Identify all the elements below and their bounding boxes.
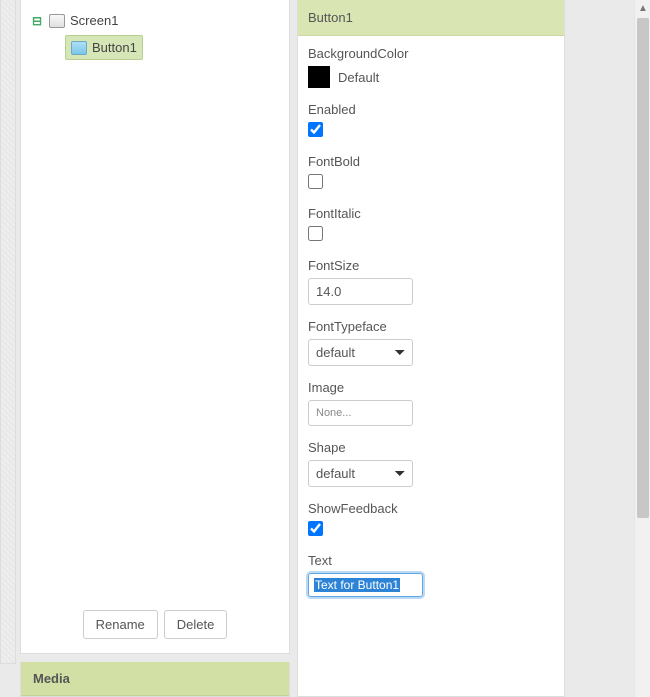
collapse-icon[interactable]: ⊟ bbox=[31, 15, 43, 27]
fontsize-input[interactable] bbox=[308, 278, 413, 305]
prop-shape: Shape default bbox=[308, 440, 554, 487]
scroll-thumb[interactable] bbox=[637, 18, 649, 518]
left-sliver bbox=[0, 0, 16, 664]
prop-label: Text bbox=[308, 553, 554, 568]
prop-fonttypeface: FontTypeface default bbox=[308, 319, 554, 366]
prop-label: BackgroundColor bbox=[308, 46, 554, 61]
color-swatch-text: Default bbox=[338, 70, 379, 85]
prop-fontitalic: FontItalic bbox=[308, 206, 554, 244]
vertical-scrollbar[interactable]: ▲ bbox=[634, 0, 650, 697]
prop-image: Image None... bbox=[308, 380, 554, 426]
prop-text: Text Text for Button1 bbox=[308, 553, 554, 597]
fontbold-checkbox[interactable] bbox=[308, 174, 323, 189]
prop-label: FontSize bbox=[308, 258, 554, 273]
prop-fontsize: FontSize bbox=[308, 258, 554, 305]
component-actions: Rename Delete bbox=[21, 600, 289, 653]
component-tree: ⊟ Screen1 Button1 bbox=[21, 0, 289, 600]
tree-row-screen1[interactable]: ⊟ Screen1 bbox=[29, 10, 281, 31]
components-panel: ⊟ Screen1 Button1 Rename Delete bbox=[20, 0, 290, 654]
text-input-selection: Text for Button1 bbox=[314, 578, 400, 592]
enabled-checkbox[interactable] bbox=[308, 122, 323, 137]
prop-label: FontTypeface bbox=[308, 319, 554, 334]
shape-select[interactable]: default bbox=[308, 460, 413, 487]
rename-button[interactable]: Rename bbox=[83, 610, 158, 639]
screen-icon bbox=[49, 14, 65, 28]
prop-label: Shape bbox=[308, 440, 554, 455]
fonttypeface-select[interactable]: default bbox=[308, 339, 413, 366]
backgroundcolor-picker[interactable]: Default bbox=[308, 66, 554, 88]
fontitalic-checkbox[interactable] bbox=[308, 226, 323, 241]
prop-label: Enabled bbox=[308, 102, 554, 117]
prop-backgroundcolor: BackgroundColor Default bbox=[308, 46, 554, 88]
properties-header: Button1 bbox=[298, 0, 564, 36]
prop-label: FontItalic bbox=[308, 206, 554, 221]
text-input[interactable]: Text for Button1 bbox=[308, 573, 423, 597]
scroll-up-icon[interactable]: ▲ bbox=[635, 0, 650, 16]
tree-label: Screen1 bbox=[70, 13, 118, 28]
prop-label: ShowFeedback bbox=[308, 501, 554, 516]
prop-enabled: Enabled bbox=[308, 102, 554, 140]
prop-fontbold: FontBold bbox=[308, 154, 554, 192]
tree-label: Button1 bbox=[92, 40, 137, 55]
button-icon bbox=[71, 41, 87, 55]
color-swatch-icon bbox=[308, 66, 330, 88]
properties-panel: Button1 BackgroundColor Default Enabled … bbox=[297, 0, 565, 697]
prop-label: FontBold bbox=[308, 154, 554, 169]
tree-row-button1[interactable]: Button1 bbox=[65, 35, 143, 60]
prop-showfeedback: ShowFeedback bbox=[308, 501, 554, 539]
showfeedback-checkbox[interactable] bbox=[308, 521, 323, 536]
image-picker[interactable]: None... bbox=[308, 400, 413, 426]
media-panel: Media bbox=[20, 662, 290, 697]
delete-button[interactable]: Delete bbox=[164, 610, 228, 639]
prop-label: Image bbox=[308, 380, 554, 395]
media-header: Media bbox=[21, 662, 289, 696]
